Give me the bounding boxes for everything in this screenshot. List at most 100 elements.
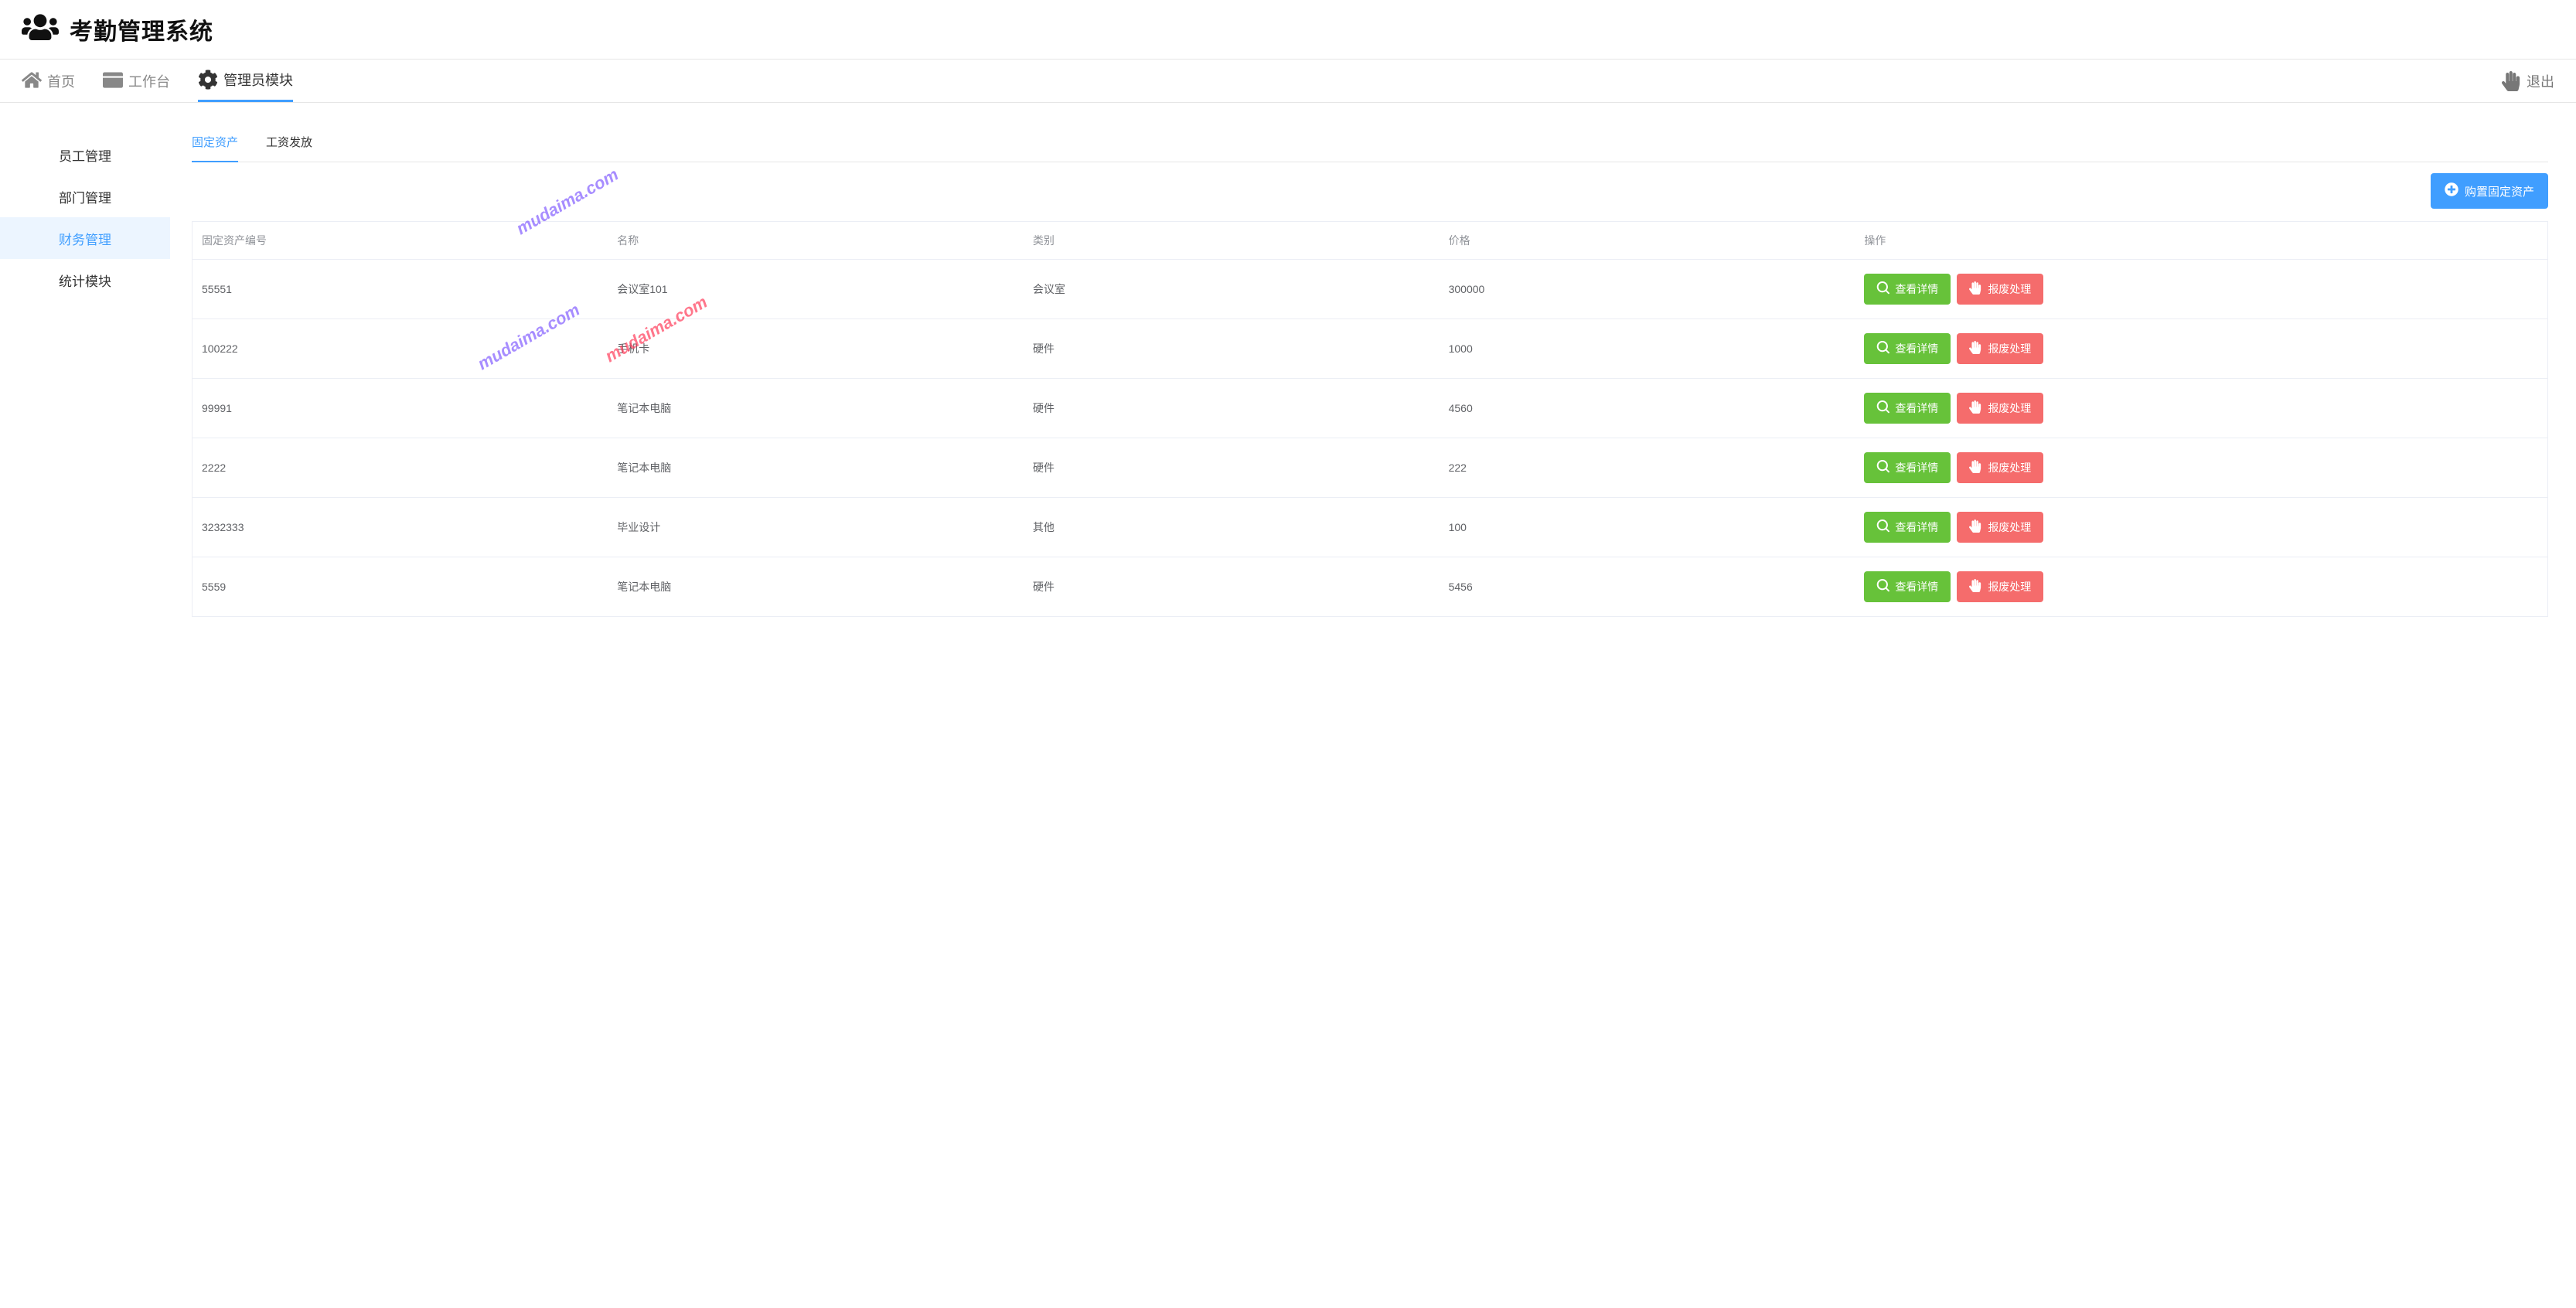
logout-label: 退出 — [2527, 71, 2554, 91]
sidebar-item-department[interactable]: 部门管理 — [0, 175, 170, 217]
search-icon — [1876, 400, 1889, 416]
hand-icon — [1969, 281, 1982, 297]
main-content: mudaima.com mudaima.com mudaima.com 固定资产… — [170, 103, 2576, 640]
sidebar-item-finance[interactable]: 财务管理 — [0, 217, 170, 259]
sidebar-item-employee[interactable]: 员工管理 — [0, 134, 170, 175]
cell-price: 100 — [1440, 498, 1855, 557]
column-header-id: 固定资产编号 — [193, 222, 608, 260]
scrap-button[interactable]: 报废处理 — [1957, 274, 2043, 305]
users-icon — [22, 12, 59, 46]
sidebar-item-label: 财务管理 — [59, 229, 111, 248]
nav-home[interactable]: 首页 — [22, 60, 75, 102]
nav-workbench-label: 工作台 — [128, 71, 170, 91]
cell-actions: 查看详情报废处理 — [1855, 557, 2547, 617]
search-icon — [1876, 281, 1889, 297]
cell-id: 100222 — [193, 319, 608, 379]
table-row: 99991笔记本电脑硬件4560 查看详情 报废处理 — [193, 379, 2548, 438]
table-row: 2222笔记本电脑硬件222 查看详情 报废处理 — [193, 438, 2548, 498]
cell-id: 3232333 — [193, 498, 608, 557]
gear-icon — [198, 70, 218, 90]
scrap-button[interactable]: 报废处理 — [1957, 452, 2043, 483]
cell-category: 硬件 — [1024, 379, 1440, 438]
plus-circle-icon — [2445, 182, 2458, 199]
sidebar-item-statistics[interactable]: 统计模块 — [0, 259, 170, 301]
view-detail-button[interactable]: 查看详情 — [1864, 512, 1951, 543]
cell-name: 笔记本电脑 — [608, 557, 1024, 617]
cell-id: 55551 — [193, 260, 608, 319]
sidebar-item-label: 统计模块 — [59, 271, 111, 290]
cell-name: 手机卡 — [608, 319, 1024, 379]
cell-category: 硬件 — [1024, 438, 1440, 498]
view-label: 查看详情 — [1895, 460, 1938, 475]
cell-name: 会议室101 — [608, 260, 1024, 319]
nav-workbench[interactable]: 工作台 — [103, 60, 170, 102]
cell-actions: 查看详情 报废处理 — [1855, 498, 2547, 557]
assets-table: 固定资产编号 名称 类别 价格 操作 55551会议室101会议室300000查… — [192, 221, 2548, 617]
cell-price: 5456 — [1440, 557, 1855, 617]
search-icon — [1876, 341, 1889, 356]
view-detail-button[interactable]: 查看详情 — [1864, 452, 1951, 483]
view-detail-button[interactable]: 查看详情 — [1864, 333, 1951, 364]
cell-actions: 查看详情 报废处理 — [1855, 438, 2547, 498]
scrap-button[interactable]: 报废处理 — [1957, 571, 2043, 602]
hand-icon — [1969, 341, 1982, 356]
tab-assets[interactable]: 固定资产 — [192, 126, 238, 162]
scrap-label: 报废处理 — [1988, 519, 2031, 535]
logout-button[interactable]: 退出 — [2502, 71, 2554, 91]
nav-home-label: 首页 — [47, 71, 75, 91]
cell-actions: 查看详情 报废处理 — [1855, 260, 2547, 319]
tab-salary[interactable]: 工资发放 — [266, 126, 312, 162]
hand-icon — [1969, 579, 1982, 594]
column-header-name: 名称 — [608, 222, 1024, 260]
scrap-button[interactable]: 报废处理 — [1957, 512, 2043, 543]
view-label: 查看详情 — [1895, 400, 1938, 416]
scrap-label: 报废处理 — [1988, 400, 2031, 416]
column-header-price: 价格 — [1440, 222, 1855, 260]
view-label: 查看详情 — [1895, 281, 1938, 297]
cell-price: 1000 — [1440, 319, 1855, 379]
tab-label: 固定资产 — [192, 136, 238, 149]
add-asset-button[interactable]: 购置固定资产 — [2431, 173, 2548, 209]
workbench-icon — [103, 71, 123, 91]
view-detail-button[interactable]: 查看详情 — [1864, 274, 1951, 305]
cell-price: 222 — [1440, 438, 1855, 498]
cell-actions: 查看详情 报废处理 — [1855, 379, 2547, 438]
scrap-button[interactable]: 报废处理 — [1957, 333, 2043, 364]
cell-id: 99991 — [193, 379, 608, 438]
cell-price: 4560 — [1440, 379, 1855, 438]
add-asset-label: 购置固定资产 — [2465, 183, 2534, 199]
tab-label: 工资发放 — [266, 136, 312, 149]
table-row: 5559笔记本电脑硬件5456查看详情报废处理 — [193, 557, 2548, 617]
cell-name: 毕业设计 — [608, 498, 1024, 557]
scrap-label: 报废处理 — [1988, 341, 2031, 356]
cell-category: 会议室 — [1024, 260, 1440, 319]
table-row: 3232333毕业设计其他100 查看详情 报废处理 — [193, 498, 2548, 557]
cell-category: 其他 — [1024, 498, 1440, 557]
scrap-label: 报废处理 — [1988, 281, 2031, 297]
nav-admin[interactable]: 管理员模块 — [198, 60, 293, 102]
cell-name: 笔记本电脑 — [608, 438, 1024, 498]
nav-admin-label: 管理员模块 — [223, 70, 293, 90]
column-header-category: 类别 — [1024, 222, 1440, 260]
home-icon — [22, 71, 42, 91]
view-detail-button[interactable]: 查看详情 — [1864, 393, 1951, 424]
scrap-button[interactable]: 报废处理 — [1957, 393, 2043, 424]
cell-id: 5559 — [193, 557, 608, 617]
search-icon — [1876, 460, 1889, 475]
hand-icon — [1969, 400, 1982, 416]
top-nav: 首页 工作台 管理员模块 退出 — [0, 60, 2576, 103]
sidebar-item-label: 员工管理 — [59, 145, 111, 165]
table-row: 55551会议室101会议室300000查看详情报废处理 — [193, 260, 2548, 319]
search-icon — [1876, 579, 1889, 594]
cell-id: 2222 — [193, 438, 608, 498]
table-row: 100222手机卡硬件1000查看详情报废处理 — [193, 319, 2548, 379]
column-header-actions: 操作 — [1855, 222, 2547, 260]
view-detail-button[interactable]: 查看详情 — [1864, 571, 1951, 602]
cell-actions: 查看详情 报废处理 — [1855, 319, 2547, 379]
sidebar: 员工管理 部门管理 财务管理 统计模块 — [0, 103, 170, 640]
scrap-label: 报废处理 — [1988, 460, 2031, 475]
app-title: 考勤管理系统 — [70, 12, 213, 46]
sidebar-item-label: 部门管理 — [59, 187, 111, 206]
cell-name: 笔记本电脑 — [608, 379, 1024, 438]
content-tabs: 固定资产 工资发放 — [192, 126, 2548, 162]
